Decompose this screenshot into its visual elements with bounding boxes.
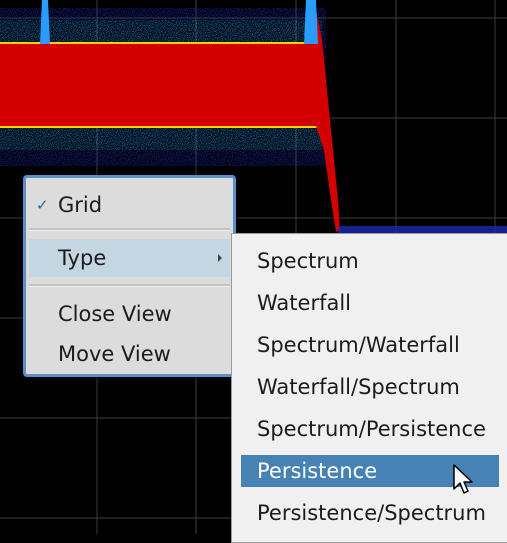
menu-item-label: Close View [58, 302, 172, 326]
trace-falloff-edge [316, 10, 340, 232]
submenu-item-spectrum-persistence[interactable]: Spectrum/Persistence [241, 413, 499, 445]
submenu-item-waterfall-spectrum[interactable]: Waterfall/Spectrum [241, 371, 499, 403]
menu-item-label: Move View [58, 342, 171, 366]
menu-item-label: Type [58, 246, 107, 270]
submenu-item-spectrum-waterfall[interactable]: Spectrum/Waterfall [241, 329, 499, 361]
submenu-item-persistence-spectrum[interactable]: Persistence/Spectrum [241, 497, 499, 529]
type-submenu: Spectrum Waterfall Spectrum/Waterfall Wa… [231, 233, 507, 543]
menu-item-grid[interactable]: ✓ Grid [29, 186, 230, 224]
trace-spur-left [40, 0, 50, 44]
menu-separator [29, 284, 230, 287]
menu-item-move-view[interactable]: Move View [29, 335, 230, 373]
submenu-arrow-icon [218, 254, 222, 262]
menu-item-close-view[interactable]: Close View [29, 295, 230, 333]
submenu-item-spectrum[interactable]: Spectrum [241, 245, 499, 277]
submenu-item-waterfall[interactable]: Waterfall [241, 287, 499, 319]
trace-hot-band [0, 44, 316, 126]
menu-separator [29, 228, 230, 231]
trace-spur-right [304, 0, 318, 44]
view-context-menu: ✓ Grid Type Close View Move View [23, 175, 236, 377]
checkmark-icon: ✓ [36, 196, 49, 214]
menu-item-type[interactable]: Type [29, 239, 230, 277]
mouse-pointer-icon [453, 464, 473, 494]
menu-item-label: Grid [58, 193, 103, 217]
